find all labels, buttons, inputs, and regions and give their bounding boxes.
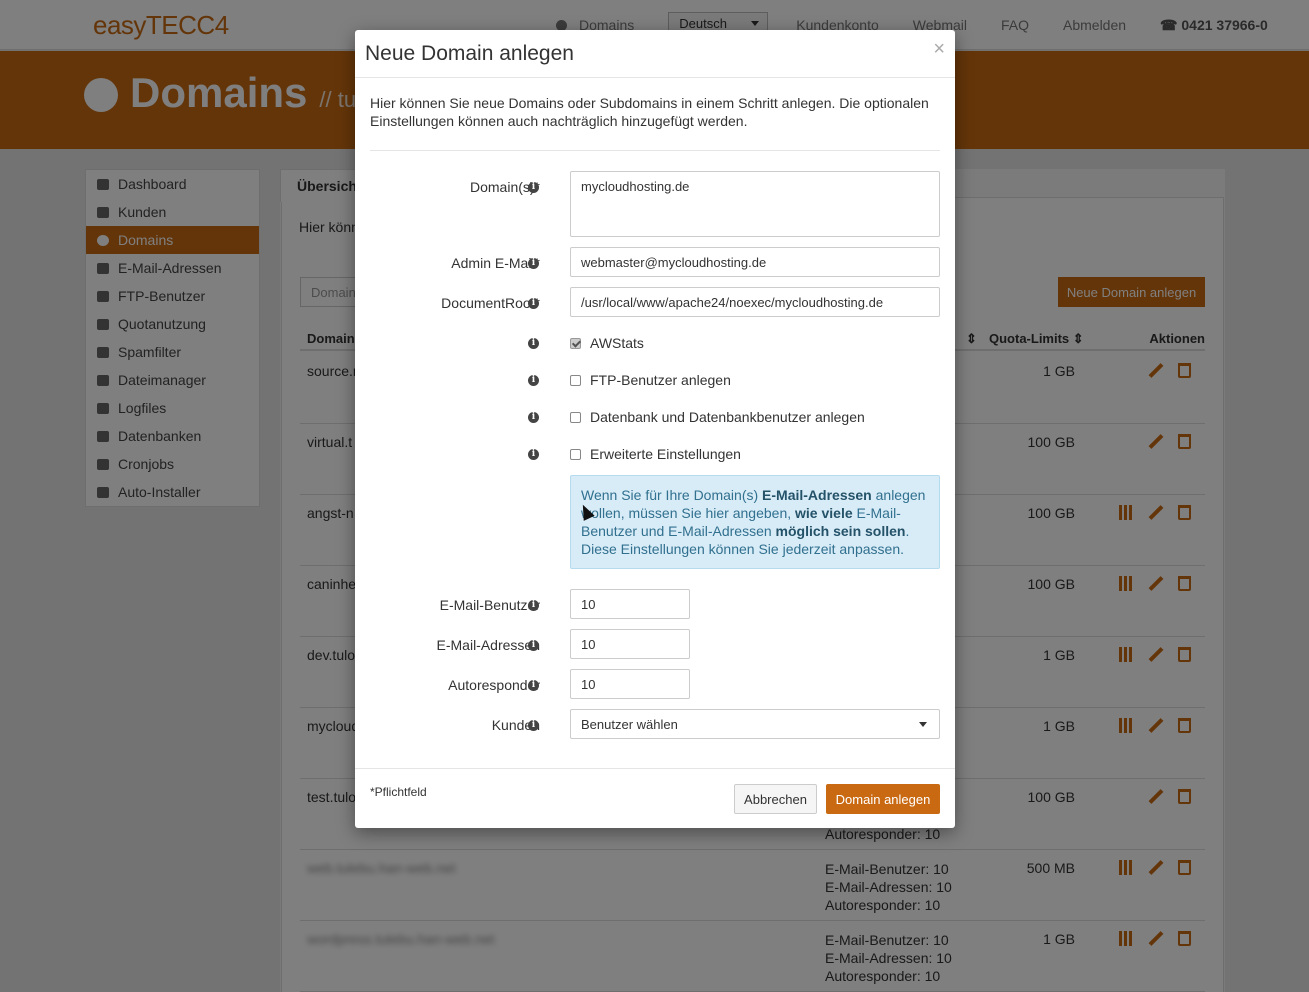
alert-bold: E-Mail-Adressen [762,487,872,503]
advanced-option[interactable]: Erweiterte Einstellungen [570,446,741,462]
customer-select-value: Benutzer wählen [581,716,678,732]
info-icon[interactable]: i [528,680,539,691]
info-icon[interactable]: i [528,720,539,731]
divider [370,150,940,151]
database-checkbox[interactable] [570,411,581,423]
mail-users-field[interactable] [570,589,690,619]
new-domain-modal: Neue Domain anlegen × Hier können Sie ne… [355,30,955,828]
awstats-label: AWStats [590,335,644,351]
advanced-checkbox[interactable] [570,448,581,460]
admin-email-field[interactable] [570,247,940,277]
customer-select[interactable]: Benutzer wählen [570,709,940,739]
alert-bold: wie viele [795,505,853,521]
ftp-checkbox[interactable] [570,374,581,386]
info-icon[interactable]: i [528,182,539,193]
modal-header: Neue Domain anlegen × [355,30,955,78]
ftp-option[interactable]: FTP-Benutzer anlegen [570,372,731,388]
advanced-label: Erweiterte Einstellungen [590,446,741,462]
docroot-label: DocumentRoot* [441,295,540,311]
info-icon[interactable]: i [528,298,539,309]
modal-footer: *Pflichtfeld Abbrechen Domain anlegen [355,768,955,828]
modal-title: Neue Domain anlegen [365,42,574,65]
database-label: Datenbank und Datenbankbenutzer anlegen [590,409,865,425]
ftp-label: FTP-Benutzer anlegen [590,372,731,388]
required-note: *Pflichtfeld [370,785,427,799]
modal-intro: Hier können Sie neue Domains oder Subdom… [370,95,929,129]
info-icon[interactable]: i [528,600,539,611]
database-option[interactable]: Datenbank und Datenbankbenutzer anlegen [570,409,865,425]
alert-bold: möglich sein sollen [775,523,906,539]
close-icon[interactable]: × [933,38,945,61]
cancel-button[interactable]: Abbrechen [734,784,817,814]
autoresponder-field[interactable] [570,669,690,699]
mail-users-label: E-Mail-Benutzer [439,597,540,613]
docroot-field[interactable] [570,287,940,317]
info-icon[interactable]: i [528,640,539,651]
info-icon[interactable]: i [528,338,539,349]
admin-email-label: Admin E-Mail* [451,255,540,271]
alert-text: Wenn Sie für Ihre Domain(s) [581,487,763,503]
info-icon[interactable]: i [528,375,539,386]
info-icon[interactable]: i [528,258,539,269]
domains-textarea[interactable]: mycloudhosting.de [570,171,940,237]
info-icon[interactable]: i [528,449,539,460]
autoresponder-label: Autoresponder [448,677,540,693]
info-icon[interactable]: i [528,412,539,423]
info-alert: Wenn Sie für Ihre Domain(s) E-Mail-Adres… [570,475,940,569]
mail-addresses-field[interactable] [570,629,690,659]
mail-addresses-label: E-Mail-Adressen [436,637,540,653]
create-domain-button[interactable]: Domain anlegen [826,784,940,814]
awstats-checkbox[interactable] [570,337,581,349]
awstats-option[interactable]: AWStats [570,335,644,351]
caret-down-icon [919,721,927,727]
